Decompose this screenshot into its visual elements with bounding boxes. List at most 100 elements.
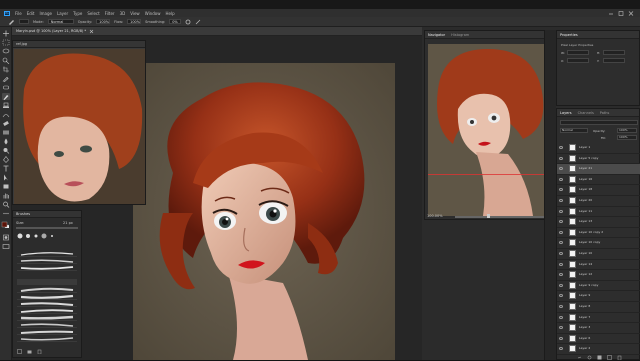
menu-view[interactable]: View	[130, 11, 140, 16]
layer-fill-field[interactable]: 100%	[617, 135, 637, 140]
layer-row[interactable]: Layer 8	[557, 302, 640, 313]
eye-icon[interactable]	[559, 326, 563, 330]
layer-row[interactable]: Layer 10 copy	[557, 238, 640, 249]
brush-preset[interactable]	[17, 336, 77, 342]
eye-icon[interactable]	[559, 336, 563, 340]
eyedropper-tool-icon[interactable]	[2, 75, 10, 83]
menu-window[interactable]: Window	[145, 11, 161, 16]
maximize-icon[interactable]	[618, 10, 624, 16]
layer-row[interactable]: Layer 3	[557, 323, 640, 334]
brush-preset[interactable]	[17, 294, 77, 300]
opacity-field[interactable]: 100%	[96, 19, 111, 24]
menu-type[interactable]: Type	[73, 11, 82, 16]
trash-icon[interactable]	[37, 349, 42, 354]
quick-mask-icon[interactable]	[2, 234, 10, 241]
blend-mode-dropdown[interactable]: Normal	[560, 128, 588, 133]
eye-icon[interactable]	[559, 146, 563, 149]
menu-edit[interactable]: Edit	[27, 11, 35, 16]
menu-layer[interactable]: Layer	[57, 11, 68, 16]
layer-row[interactable]: Layer 5 copy	[557, 154, 640, 165]
gradient-tool-icon[interactable]	[2, 129, 10, 136]
props-x-field[interactable]	[567, 58, 589, 63]
props-w-field[interactable]	[567, 50, 589, 55]
layer-row[interactable]: Layer 9 copy	[557, 281, 640, 292]
menu-help[interactable]: Help	[165, 11, 174, 16]
type-tool-icon[interactable]	[2, 165, 10, 172]
mode-dropdown[interactable]: Normal	[47, 19, 74, 24]
layer-row[interactable]: Layer 18	[557, 185, 640, 196]
layer-row[interactable]: Layer 11	[557, 207, 640, 218]
folder-icon[interactable]	[27, 349, 32, 354]
zoom-tool-icon[interactable]	[2, 201, 10, 208]
menu-3d[interactable]: 3D	[120, 11, 126, 16]
brush-preset-folder[interactable]	[17, 279, 77, 285]
eye-icon[interactable]	[559, 315, 563, 319]
brush-preset[interactable]	[17, 251, 77, 257]
tab-layers[interactable]: Layers	[560, 111, 572, 115]
brush-tool-active-icon[interactable]	[2, 93, 10, 100]
clone-stamp-tool-icon[interactable]	[2, 102, 10, 109]
props-h-field[interactable]	[603, 50, 625, 55]
eye-icon[interactable]	[559, 347, 563, 351]
eye-icon[interactable]	[559, 241, 563, 245]
eraser-tool-icon[interactable]	[2, 120, 10, 127]
eye-icon[interactable]	[559, 230, 563, 234]
brush-preset[interactable]	[17, 322, 77, 328]
eye-icon[interactable]	[559, 294, 563, 298]
brush-preset[interactable]	[17, 329, 77, 335]
brush-preset[interactable]	[17, 287, 77, 293]
tab-histogram[interactable]: Histogram	[451, 33, 469, 37]
layer-row[interactable]: Layer 7	[557, 313, 640, 324]
move-tool-icon[interactable]	[2, 30, 10, 37]
layer-row[interactable]: Layer 12	[557, 270, 640, 281]
eye-icon[interactable]	[559, 262, 563, 266]
dodge-tool-icon[interactable]	[2, 147, 10, 154]
hand-tool-icon[interactable]	[2, 192, 10, 199]
layer-row[interactable]: Layer 10	[557, 249, 640, 260]
navigator-zoom-handle[interactable]	[487, 214, 490, 218]
trash-icon[interactable]	[617, 355, 622, 360]
more-tools-icon[interactable]	[2, 210, 10, 217]
new-brush-icon[interactable]	[17, 349, 22, 354]
brush-preset[interactable]	[17, 258, 77, 264]
layer-row[interactable]: Layer 13	[557, 217, 640, 228]
quick-selection-tool-icon[interactable]	[2, 57, 10, 65]
eye-icon[interactable]	[559, 177, 563, 181]
lasso-tool-icon[interactable]	[2, 48, 10, 55]
eye-icon[interactable]	[559, 252, 563, 255]
flow-field[interactable]: 100%	[127, 19, 142, 24]
layer-row[interactable]: Layer 10 copy 2	[557, 228, 640, 239]
tab-navigator[interactable]: Navigator	[428, 33, 445, 37]
rectangle-tool-icon[interactable]	[2, 183, 10, 190]
eye-icon[interactable]	[559, 167, 563, 171]
link-layers-icon[interactable]	[577, 355, 582, 360]
tab-paths[interactable]: Paths	[600, 111, 610, 115]
brush-preset[interactable]	[17, 301, 77, 307]
props-y-field[interactable]	[603, 58, 625, 63]
menu-select[interactable]: Select	[87, 11, 99, 16]
brush-preset[interactable]	[17, 308, 77, 314]
eye-icon[interactable]	[559, 209, 563, 213]
document-tab[interactable]: Maryln.psd @ 100% (Layer 21, RGB/8) *	[12, 27, 422, 36]
minimize-icon[interactable]	[608, 11, 614, 16]
history-brush-tool-icon[interactable]	[2, 111, 10, 118]
layer-row[interactable]: Layer 2	[557, 344, 640, 355]
eye-icon[interactable]	[559, 283, 563, 287]
layer-filter-field[interactable]	[560, 120, 638, 125]
close-icon[interactable]	[628, 10, 634, 16]
eye-icon[interactable]	[559, 220, 563, 224]
settings-gear-icon[interactable]	[185, 19, 191, 25]
layer-row[interactable]: Layer 14	[557, 260, 640, 271]
brush-size-slider[interactable]	[16, 227, 78, 229]
mask-icon[interactable]	[597, 355, 602, 360]
menu-filter[interactable]: Filter	[105, 11, 115, 16]
menu-file[interactable]: File	[15, 11, 22, 16]
brush-tip-row[interactable]	[17, 233, 79, 243]
healing-brush-tool-icon[interactable]	[2, 84, 10, 91]
layer-row[interactable]: Layer 20	[557, 196, 640, 207]
new-layer-icon[interactable]	[606, 355, 612, 360]
layer-row[interactable]: Layer 1	[557, 143, 640, 154]
eye-icon[interactable]	[559, 199, 563, 202]
blur-tool-icon[interactable]	[2, 138, 10, 145]
marquee-tool-icon[interactable]	[2, 39, 10, 46]
